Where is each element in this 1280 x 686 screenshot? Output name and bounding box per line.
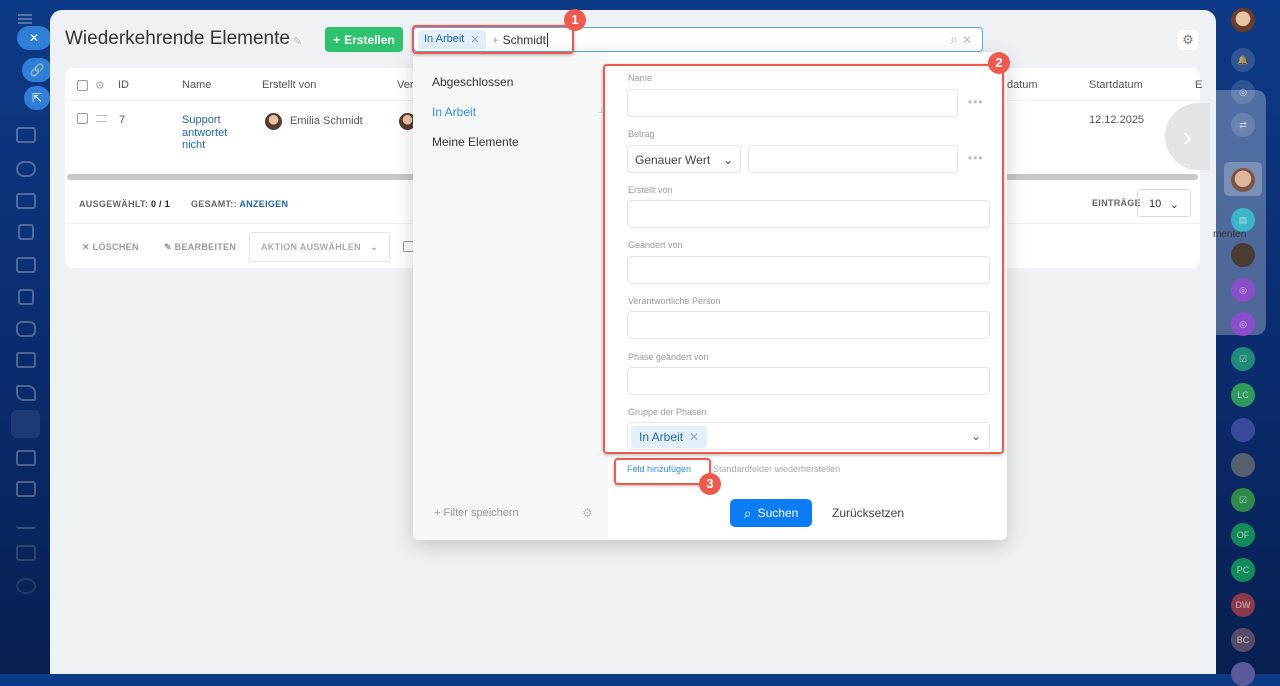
column-header-id[interactable]: ID [118, 79, 129, 91]
row-id: 7 [119, 114, 126, 126]
sidebar-item-active[interactable] [11, 410, 40, 438]
save-filter-label: Filter speichern [443, 507, 519, 519]
create-button[interactable]: + Erstellen [325, 27, 403, 52]
clear-icon[interactable]: ✕ [962, 33, 972, 47]
bell-icon[interactable]: 🔔 [1231, 48, 1255, 72]
warehouse-icon[interactable] [16, 450, 36, 466]
search-button-label: Suchen [757, 506, 799, 520]
avatar-lc[interactable]: LC [1231, 383, 1255, 407]
select-all-checkbox[interactable] [77, 80, 88, 91]
avatar [265, 113, 282, 130]
menu-icon[interactable] [18, 14, 32, 16]
column-settings-icon[interactable]: ⚙ [95, 79, 105, 92]
action-select-label: AKTION AUSWÄHLEN [261, 242, 361, 252]
edit-button[interactable]: ✎ BEARBEITEN [164, 242, 236, 253]
chat-icon[interactable] [16, 321, 36, 337]
copilot-icon[interactable]: ◎ [1231, 80, 1255, 104]
group-avatar[interactable] [1231, 453, 1255, 477]
document-icon[interactable] [18, 224, 34, 240]
chevron-down-icon: ⌄ [370, 242, 378, 252]
contacts-icon[interactable] [16, 161, 36, 177]
per-page-select[interactable]: 10 ⌄ [1137, 189, 1191, 217]
target-icon[interactable] [16, 578, 36, 594]
search-icon[interactable]: ⌕ [950, 31, 958, 48]
annotation-badge-2: 2 [988, 52, 1010, 74]
create-label: Erstellen [344, 32, 395, 47]
open-new-window-button[interactable]: ⇱ [24, 86, 50, 110]
user-avatar[interactable] [1231, 8, 1255, 32]
selected-label: AUSGEWÄHLT: [79, 199, 149, 209]
delete-label: LÖSCHEN [92, 242, 139, 252]
avatar-pc[interactable]: PC [1231, 558, 1255, 582]
plus-icon: + [333, 32, 341, 47]
copilot-chat-icon[interactable]: ◎ [1231, 278, 1255, 302]
chevron-down-icon: ⌄ [1169, 199, 1179, 211]
column-header-created-by[interactable]: Erstellt von [262, 79, 316, 91]
contact-avatar[interactable] [1231, 243, 1255, 267]
chat-switch-icon[interactable]: ⇄ [1231, 113, 1255, 137]
per-page-value: 10 [1149, 198, 1162, 210]
copilot-chat-icon[interactable]: ◎ [1231, 312, 1255, 336]
pin-icon[interactable]: ✎ [293, 35, 302, 48]
presentation-icon[interactable] [16, 257, 36, 273]
row-name-link[interactable]: Support antwortet nicht [182, 114, 242, 152]
annotation-box-2 [603, 64, 1004, 454]
card-icon[interactable] [16, 481, 36, 497]
edit-label: BEARBEITEN [174, 242, 237, 252]
preset-in-arbeit[interactable]: In Arbeit [432, 105, 476, 119]
annotation-box-1 [412, 25, 574, 54]
close-button[interactable]: ✕ [17, 26, 51, 50]
link-button[interactable]: 🔗 [22, 58, 52, 82]
preset-abgeschlossen[interactable]: Abgeschlossen [432, 75, 513, 89]
tooltip-label: menten [1213, 229, 1247, 240]
column-header-more[interactable]: E [1195, 79, 1202, 91]
task-chat-icon[interactable]: ☑ [1231, 488, 1255, 512]
drag-handle-icon[interactable] [96, 115, 107, 122]
page-title: Wiederkehrende Elemente [65, 28, 290, 49]
total-show-link[interactable]: ANZEIGEN [239, 199, 288, 209]
analytics-icon[interactable] [16, 513, 36, 529]
row-start-date: 12.12.2025 [1089, 114, 1145, 126]
column-header-responsible[interactable]: Ver [397, 79, 414, 91]
filter-settings-icon[interactable]: ⚙ [582, 506, 593, 520]
avatar-of[interactable]: OF [1231, 523, 1255, 547]
reset-button[interactable]: Zurücksetzen [832, 506, 904, 520]
annotation-badge-1: 1 [564, 9, 586, 31]
save-filter-button[interactable]: + Filter speichern [434, 507, 519, 519]
per-page-label: EINTRÄGE [1092, 198, 1141, 208]
sign-icon[interactable] [16, 385, 36, 401]
contact-avatar[interactable] [1231, 168, 1255, 192]
more-chats-icon[interactable] [1231, 662, 1255, 686]
restore-fields-link[interactable]: Standardfelder wiederherstellen [713, 464, 840, 474]
left-sidebar: ✕ 🔗 ⇱ [0, 0, 52, 674]
column-header-start-date[interactable]: Startdatum [1089, 79, 1143, 91]
total-label: GESAMT:: [191, 199, 237, 209]
row-created-by[interactable]: Emilia Schmidt [290, 115, 363, 127]
filter-presets-panel [413, 52, 608, 540]
preset-meine-elemente[interactable]: Meine Elemente [432, 135, 519, 149]
column-header-date[interactable]: datum [1007, 79, 1038, 91]
cart-icon[interactable] [16, 545, 36, 561]
crm-icon[interactable] [16, 193, 36, 209]
annotation-box-3 [614, 458, 711, 485]
row-checkbox[interactable] [77, 113, 88, 124]
calendar-icon[interactable] [16, 352, 36, 368]
news-icon[interactable] [16, 127, 36, 143]
avatar-bc[interactable]: BC [1231, 628, 1255, 652]
delete-button[interactable]: ✕ LÖSCHEN [82, 242, 139, 253]
task-chat-icon[interactable]: ☑ [1231, 347, 1255, 371]
search-icon: ⌕ [743, 504, 752, 521]
selected-count: 0 / 1 [150, 199, 170, 209]
contact-avatar[interactable] [1231, 418, 1255, 442]
avatar-dw[interactable]: DW [1231, 593, 1255, 617]
annotation-badge-3: 3 [699, 473, 721, 495]
gear-icon[interactable]: ⚙ [1178, 30, 1198, 50]
search-button[interactable]: ⌕ Suchen [730, 499, 812, 527]
tasks-icon[interactable] [18, 289, 34, 305]
column-header-name[interactable]: Name [182, 79, 211, 91]
action-select[interactable]: AKTION AUSWÄHLEN ⌄ [249, 232, 390, 262]
